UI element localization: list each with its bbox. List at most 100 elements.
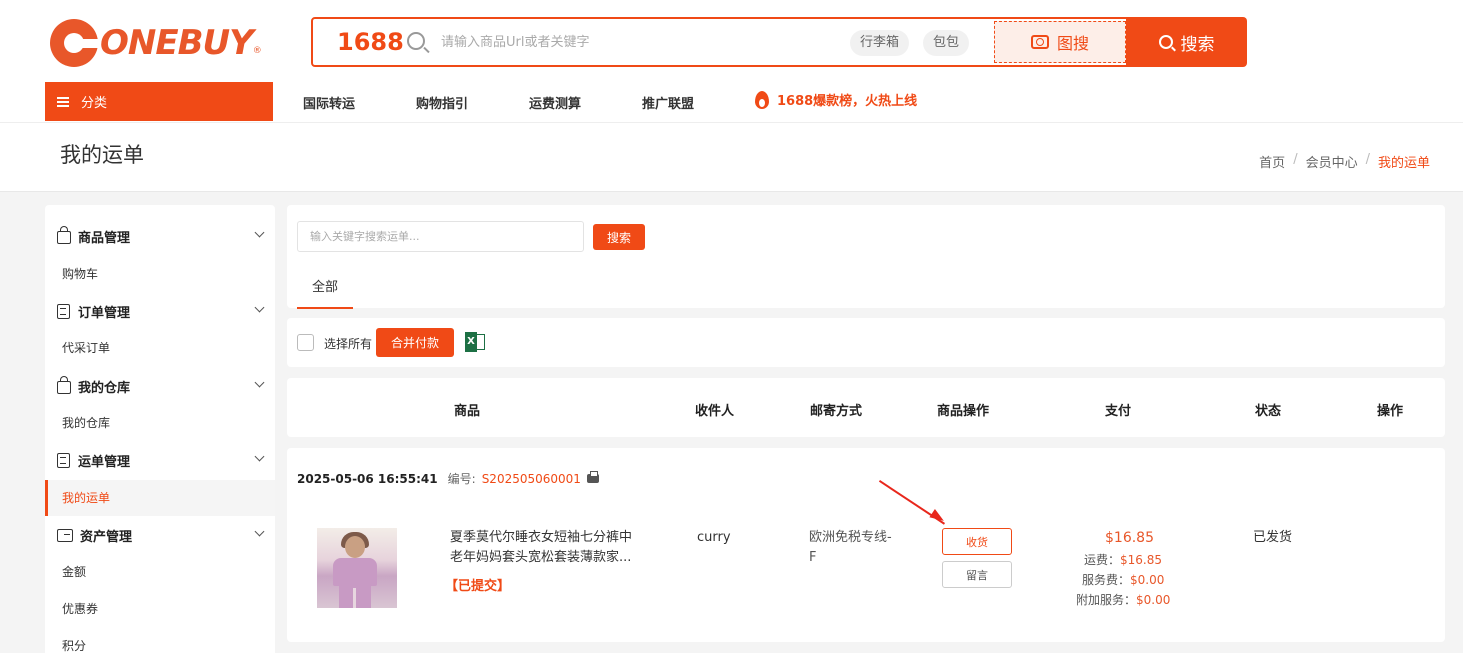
category-menu-button[interactable]: 分类: [45, 82, 273, 121]
shipping-method-line: 欧洲免税专线-: [809, 530, 892, 545]
category-label: 分类: [81, 96, 108, 111]
product-title[interactable]: 夏季莫代尔睡衣女短袖七分裤中 老年妈妈套头宽松套装薄款家...: [450, 528, 650, 568]
shipment-search-button[interactable]: 搜索: [593, 224, 645, 250]
sidebar-group-orders[interactable]: 订单管理: [45, 293, 275, 329]
payment-line-service-fee: 服务费：$0.00: [1082, 570, 1164, 590]
payment-total: $16.85: [1105, 530, 1154, 546]
excel-badge: X: [465, 332, 477, 352]
search-button[interactable]: 搜索: [1126, 17, 1247, 67]
folder-icon: [57, 528, 73, 542]
shipment-status: 已发货: [1253, 530, 1293, 545]
breadcrumb-member-center[interactable]: 会员中心: [1306, 152, 1358, 171]
shipment-row: 2025-05-06 16:55:41 编号: S202505060001 夏季…: [287, 448, 1445, 642]
onebuy-logo[interactable]: ONEBUY ®: [50, 16, 265, 70]
shipment-number-label: 编号:: [447, 472, 476, 486]
hot-ranking-link[interactable]: 1688爆款榜，火热上线: [755, 90, 917, 109]
merge-pay-button[interactable]: 合并付款: [376, 328, 454, 357]
table-header: 商品 收件人 邮寄方式 商品操作 支付 状态 操作: [287, 378, 1445, 437]
sidebar-item-points[interactable]: 积分: [45, 628, 275, 653]
search-chip-luggage[interactable]: 行李箱: [850, 30, 910, 56]
menu-icon: [57, 96, 69, 107]
product-title-line: 夏季莫代尔睡衣女短袖七分裤中: [450, 530, 633, 545]
sidebar-group-warehouse[interactable]: 我的仓库: [45, 368, 275, 404]
breadcrumb-home[interactable]: 首页: [1259, 152, 1285, 171]
sidebar-item-cart[interactable]: 购物车: [45, 256, 275, 292]
sidebar-item-my-shipments[interactable]: 我的运单: [45, 480, 275, 516]
column-header-status: 状态: [1255, 404, 1282, 419]
page-title: 我的运单: [60, 143, 144, 167]
sidebar-item-my-warehouse[interactable]: 我的仓库: [45, 405, 275, 441]
chevron-down-icon: [254, 227, 265, 238]
sidebar-group-assets[interactable]: 资产管理: [45, 517, 275, 553]
column-header-operations: 操作: [1377, 404, 1404, 419]
hot-ranking-label: 1688爆款榜，火热上线: [777, 94, 918, 109]
document-icon: [57, 452, 70, 468]
thumbnail-figure-head: [345, 536, 365, 558]
logo-mark-icon: [50, 19, 100, 67]
fire-icon: [755, 90, 769, 109]
chevron-down-icon: [254, 377, 265, 388]
shipment-search-input[interactable]: [297, 221, 584, 252]
thumbnail-figure-top: [333, 558, 377, 586]
search-icon: [407, 32, 425, 50]
filter-panel: 搜索 全部: [287, 205, 1445, 309]
chevron-down-icon: [254, 526, 265, 537]
sidebar-group-label: 我的仓库: [78, 380, 131, 396]
sidebar-group-label: 运单管理: [78, 454, 131, 470]
registered-mark: ®: [252, 46, 262, 56]
nav-shopping-guide[interactable]: 购物指引: [416, 93, 468, 112]
column-header-recipient: 收件人: [695, 404, 735, 419]
excel-icon[interactable]: X: [465, 332, 485, 352]
bag-icon: [57, 376, 71, 394]
leave-message-button[interactable]: 留言: [942, 561, 1012, 588]
search-bar: 1688 行李箱 包包 图搜 搜索: [311, 17, 1247, 67]
nav-international-forwarding[interactable]: 国际转运: [303, 93, 355, 112]
column-header-product-actions: 商品操作: [937, 404, 990, 419]
sidebar-item-purchase-orders[interactable]: 代采订单: [45, 330, 275, 366]
sidebar-item-coupons[interactable]: 优惠券: [45, 591, 275, 627]
product-title-line: 老年妈妈套头宽松套装薄款家...: [450, 550, 632, 565]
shipping-method-line: F: [809, 550, 817, 565]
column-header-payment: 支付: [1105, 404, 1132, 419]
sidebar-group-label: 商品管理: [78, 230, 131, 246]
payment-line-label: 服务费：: [1082, 573, 1131, 587]
platform-selector[interactable]: 1688: [337, 28, 404, 56]
bag-icon: [57, 226, 71, 244]
page-title-bar: 我的运单 首页 / 会员中心 / 我的运单: [0, 122, 1463, 192]
receive-goods-button[interactable]: 收货: [942, 528, 1012, 555]
chevron-down-icon: [254, 451, 265, 462]
tab-all[interactable]: 全部: [297, 271, 354, 309]
payment-line-freight: 运费：$16.85: [1084, 550, 1162, 570]
shipment-header: 2025-05-06 16:55:41 编号: S202505060001: [297, 470, 599, 487]
search-input[interactable]: [441, 29, 841, 55]
product-thumbnail[interactable]: [317, 528, 397, 608]
sidebar-group-shipments[interactable]: 运单管理: [45, 442, 275, 478]
recipient-name: curry: [697, 530, 731, 545]
image-search-button[interactable]: 图搜: [994, 21, 1126, 63]
thumbnail-figure-gap: [353, 588, 356, 608]
column-header-shipping-method: 邮寄方式: [810, 404, 863, 419]
payment-line-value: $0.00: [1136, 593, 1171, 607]
printer-icon[interactable]: [586, 471, 599, 483]
select-all-checkbox[interactable]: [297, 334, 314, 351]
search-button-label: 搜索: [1180, 34, 1215, 55]
camera-icon: [1030, 35, 1049, 49]
product-status: 【已提交】: [445, 579, 511, 594]
payment-line-label: 附加服务：: [1076, 593, 1137, 607]
member-sidebar: 商品管理 购物车 订单管理 代采订单 我的仓库 我的仓库 运单管理 我的运单 资…: [45, 205, 275, 653]
site-header: ONEBUY ® 1688 行李箱 包包 图搜 搜索 分类 国际转运 购物指引 …: [0, 0, 1463, 122]
search-chip-bags[interactable]: 包包: [923, 30, 970, 56]
image-search-label: 图搜: [1056, 34, 1089, 53]
payment-line-extra-service: 附加服务：$0.00: [1076, 590, 1170, 610]
nav-shipping-calculator[interactable]: 运费测算: [529, 93, 581, 112]
nav-affiliate[interactable]: 推广联盟: [642, 93, 694, 112]
sidebar-item-balance[interactable]: 金额: [45, 554, 275, 590]
shipment-datetime: 2025-05-06 16:55:41: [297, 471, 438, 486]
sidebar-group-label: 资产管理: [80, 529, 133, 545]
select-all-label: 选择所有: [324, 337, 373, 351]
sidebar-group-products[interactable]: 商品管理: [45, 218, 275, 254]
payment-line-label: 运费：: [1084, 553, 1121, 567]
breadcrumb: 首页 / 会员中心 / 我的运单: [1259, 152, 1430, 171]
shipment-number[interactable]: S202505060001: [482, 472, 581, 486]
column-header-product: 商品: [454, 404, 481, 419]
